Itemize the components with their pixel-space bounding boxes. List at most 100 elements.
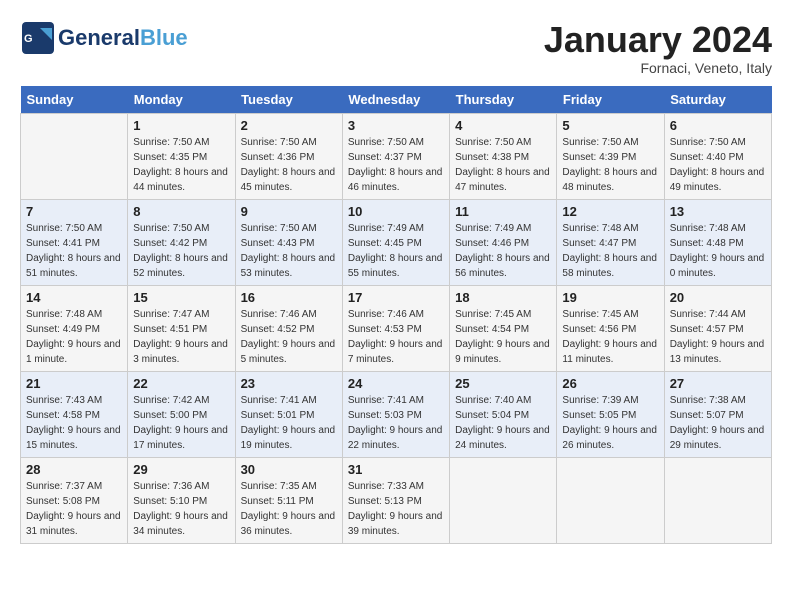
day-number: 3 [348,118,444,133]
calendar-cell [450,457,557,543]
calendar-week-row: 28 Sunrise: 7:37 AMSunset: 5:08 PMDayligh… [21,457,772,543]
calendar-cell [21,113,128,199]
calendar-cell: 22 Sunrise: 7:42 AMSunset: 5:00 PMDayligh… [128,371,235,457]
calendar-cell: 30 Sunrise: 7:35 AMSunset: 5:11 PMDayligh… [235,457,342,543]
day-number: 30 [241,462,337,477]
header-wednesday: Wednesday [342,86,449,114]
day-info: Sunrise: 7:41 AMSunset: 5:01 PMDaylight:… [241,393,337,453]
header-sunday: Sunday [21,86,128,114]
day-info: Sunrise: 7:47 AMSunset: 4:51 PMDaylight:… [133,307,229,367]
day-info: Sunrise: 7:49 AMSunset: 4:45 PMDaylight:… [348,221,444,281]
logo: G GeneralBlue [20,20,188,56]
calendar-cell: 7Sunrise: 7:50 AMSunset: 4:41 PMDaylight… [21,199,128,285]
calendar-cell: 29 Sunrise: 7:36 AMSunset: 5:10 PMDayligh… [128,457,235,543]
calendar-cell: 17 Sunrise: 7:46 AMSunset: 4:53 PMDayligh… [342,285,449,371]
day-info: Sunrise: 7:42 AMSunset: 5:00 PMDaylight:… [133,393,229,453]
day-number: 2 [241,118,337,133]
day-number: 13 [670,204,766,219]
day-number: 9 [241,204,337,219]
day-info: Sunrise: 7:50 AMSunset: 4:37 PMDaylight:… [348,135,444,195]
day-number: 27 [670,376,766,391]
day-info: Sunrise: 7:46 AMSunset: 4:53 PMDaylight:… [348,307,444,367]
day-number: 24 [348,376,444,391]
calendar-cell: 12Sunrise: 7:48 AMSunset: 4:47 PMDayligh… [557,199,664,285]
calendar-header-row: Sunday Monday Tuesday Wednesday Thursday… [21,86,772,114]
calendar-cell: 2 Sunrise: 7:50 AMSunset: 4:36 PMDaylight… [235,113,342,199]
day-info: Sunrise: 7:38 AMSunset: 5:07 PMDaylight:… [670,393,766,453]
day-info: Sunrise: 7:39 AMSunset: 5:05 PMDaylight:… [562,393,658,453]
svg-text:G: G [24,33,33,45]
day-info: Sunrise: 7:50 AMSunset: 4:38 PMDaylight:… [455,135,551,195]
calendar-cell: 3 Sunrise: 7:50 AMSunset: 4:37 PMDaylight… [342,113,449,199]
day-info: Sunrise: 7:50 AMSunset: 4:41 PMDaylight:… [26,221,122,281]
day-number: 21 [26,376,122,391]
calendar-week-row: 7Sunrise: 7:50 AMSunset: 4:41 PMDaylight… [21,199,772,285]
day-number: 19 [562,290,658,305]
day-number: 15 [133,290,229,305]
day-info: Sunrise: 7:45 AMSunset: 4:56 PMDaylight:… [562,307,658,367]
calendar-cell: 15 Sunrise: 7:47 AMSunset: 4:51 PMDayligh… [128,285,235,371]
header-thursday: Thursday [450,86,557,114]
day-info: Sunrise: 7:45 AMSunset: 4:54 PMDaylight:… [455,307,551,367]
day-info: Sunrise: 7:50 AMSunset: 4:43 PMDaylight:… [241,221,337,281]
day-number: 20 [670,290,766,305]
header-saturday: Saturday [664,86,771,114]
day-number: 10 [348,204,444,219]
day-info: Sunrise: 7:40 AMSunset: 5:04 PMDaylight:… [455,393,551,453]
day-number: 31 [348,462,444,477]
calendar-cell: 21 Sunrise: 7:43 AMSunset: 4:58 PMDayligh… [21,371,128,457]
day-info: Sunrise: 7:48 AMSunset: 4:47 PMDaylight:… [562,221,658,281]
calendar-cell: 1 Sunrise: 7:50 AMSunset: 4:35 PMDaylight… [128,113,235,199]
day-info: Sunrise: 7:49 AMSunset: 4:46 PMDaylight:… [455,221,551,281]
logo-text: GeneralBlue [58,25,188,50]
calendar-cell [664,457,771,543]
calendar-cell: 10 Sunrise: 7:49 AMSunset: 4:45 PMDayligh… [342,199,449,285]
calendar-cell: 28 Sunrise: 7:37 AMSunset: 5:08 PMDayligh… [21,457,128,543]
header-friday: Friday [557,86,664,114]
page-header: G GeneralBlue January 2024 Fornaci, Vene… [20,20,772,76]
day-info: Sunrise: 7:50 AMSunset: 4:36 PMDaylight:… [241,135,337,195]
day-number: 4 [455,118,551,133]
calendar-title: January 2024 [544,20,772,60]
day-info: Sunrise: 7:46 AMSunset: 4:52 PMDaylight:… [241,307,337,367]
day-info: Sunrise: 7:43 AMSunset: 4:58 PMDaylight:… [26,393,122,453]
calendar-cell: 9 Sunrise: 7:50 AMSunset: 4:43 PMDaylight… [235,199,342,285]
day-number: 5 [562,118,658,133]
day-number: 16 [241,290,337,305]
day-info: Sunrise: 7:33 AMSunset: 5:13 PMDaylight:… [348,479,444,539]
day-number: 23 [241,376,337,391]
day-info: Sunrise: 7:50 AMSunset: 4:35 PMDaylight:… [133,135,229,195]
calendar-cell: 13 Sunrise: 7:48 AMSunset: 4:48 PMDayligh… [664,199,771,285]
calendar-cell: 4 Sunrise: 7:50 AMSunset: 4:38 PMDaylight… [450,113,557,199]
calendar-cell: 8Sunrise: 7:50 AMSunset: 4:42 PMDaylight… [128,199,235,285]
day-info: Sunrise: 7:48 AMSunset: 4:48 PMDaylight:… [670,221,766,281]
calendar-cell: 23 Sunrise: 7:41 AMSunset: 5:01 PMDayligh… [235,371,342,457]
day-info: Sunrise: 7:50 AMSunset: 4:39 PMDaylight:… [562,135,658,195]
calendar-cell: 27 Sunrise: 7:38 AMSunset: 5:07 PMDayligh… [664,371,771,457]
calendar-cell: 18Sunrise: 7:45 AMSunset: 4:54 PMDayligh… [450,285,557,371]
day-number: 1 [133,118,229,133]
calendar-cell [557,457,664,543]
title-block: January 2024 Fornaci, Veneto, Italy [544,20,772,76]
day-info: Sunrise: 7:44 AMSunset: 4:57 PMDaylight:… [670,307,766,367]
day-number: 17 [348,290,444,305]
day-number: 6 [670,118,766,133]
day-number: 29 [133,462,229,477]
calendar-week-row: 14Sunrise: 7:48 AMSunset: 4:49 PMDayligh… [21,285,772,371]
calendar-cell: 26 Sunrise: 7:39 AMSunset: 5:05 PMDayligh… [557,371,664,457]
day-number: 26 [562,376,658,391]
header-tuesday: Tuesday [235,86,342,114]
day-number: 22 [133,376,229,391]
calendar-cell: 20 Sunrise: 7:44 AMSunset: 4:57 PMDayligh… [664,285,771,371]
calendar-cell: 11Sunrise: 7:49 AMSunset: 4:46 PMDayligh… [450,199,557,285]
day-number: 25 [455,376,551,391]
day-info: Sunrise: 7:50 AMSunset: 4:40 PMDaylight:… [670,135,766,195]
calendar-cell: 5 Sunrise: 7:50 AMSunset: 4:39 PMDaylight… [557,113,664,199]
calendar-week-row: 1 Sunrise: 7:50 AMSunset: 4:35 PMDaylight… [21,113,772,199]
day-info: Sunrise: 7:35 AMSunset: 5:11 PMDaylight:… [241,479,337,539]
calendar-cell: 19 Sunrise: 7:45 AMSunset: 4:56 PMDayligh… [557,285,664,371]
day-info: Sunrise: 7:50 AMSunset: 4:42 PMDaylight:… [133,221,229,281]
day-info: Sunrise: 7:37 AMSunset: 5:08 PMDaylight:… [26,479,122,539]
day-number: 28 [26,462,122,477]
day-info: Sunrise: 7:36 AMSunset: 5:10 PMDaylight:… [133,479,229,539]
